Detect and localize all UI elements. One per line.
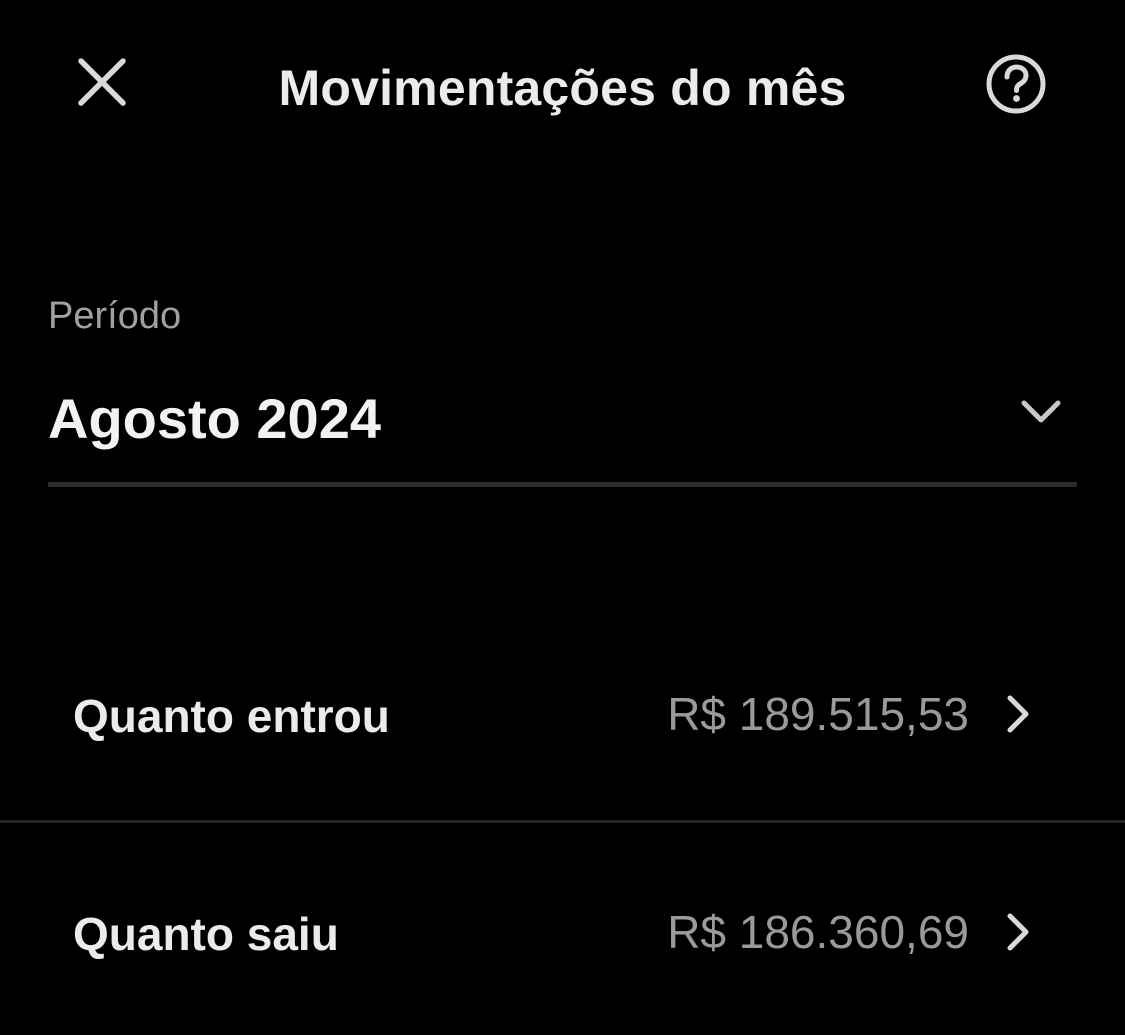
period-dropdown-underline: [48, 482, 1077, 487]
help-button[interactable]: [980, 50, 1052, 122]
period-label: Período: [48, 295, 182, 337]
income-amount: R$ 189.515,53: [667, 688, 969, 740]
expense-row[interactable]: Quanto saiu R$ 186.360,69: [0, 874, 1125, 994]
page-title: Movimentações do mês: [278, 60, 847, 116]
chevron-down-icon: [1021, 400, 1061, 423]
chevron-right-icon: [1007, 695, 1029, 733]
expense-amount: R$ 186.360,69: [667, 906, 969, 958]
period-selected-value: Agosto 2024: [48, 387, 381, 450]
income-row[interactable]: Quanto entrou R$ 189.515,53: [0, 656, 1125, 776]
top-app-bar: Movimentações do mês: [0, 0, 1125, 175]
row-divider: [0, 820, 1125, 823]
period-dropdown[interactable]: Agosto 2024: [48, 372, 1077, 486]
income-label: Quanto entrou: [73, 690, 390, 742]
chevron-right-icon: [1007, 913, 1029, 951]
help-circle-icon: [986, 54, 1046, 114]
expense-label: Quanto saiu: [73, 908, 339, 960]
